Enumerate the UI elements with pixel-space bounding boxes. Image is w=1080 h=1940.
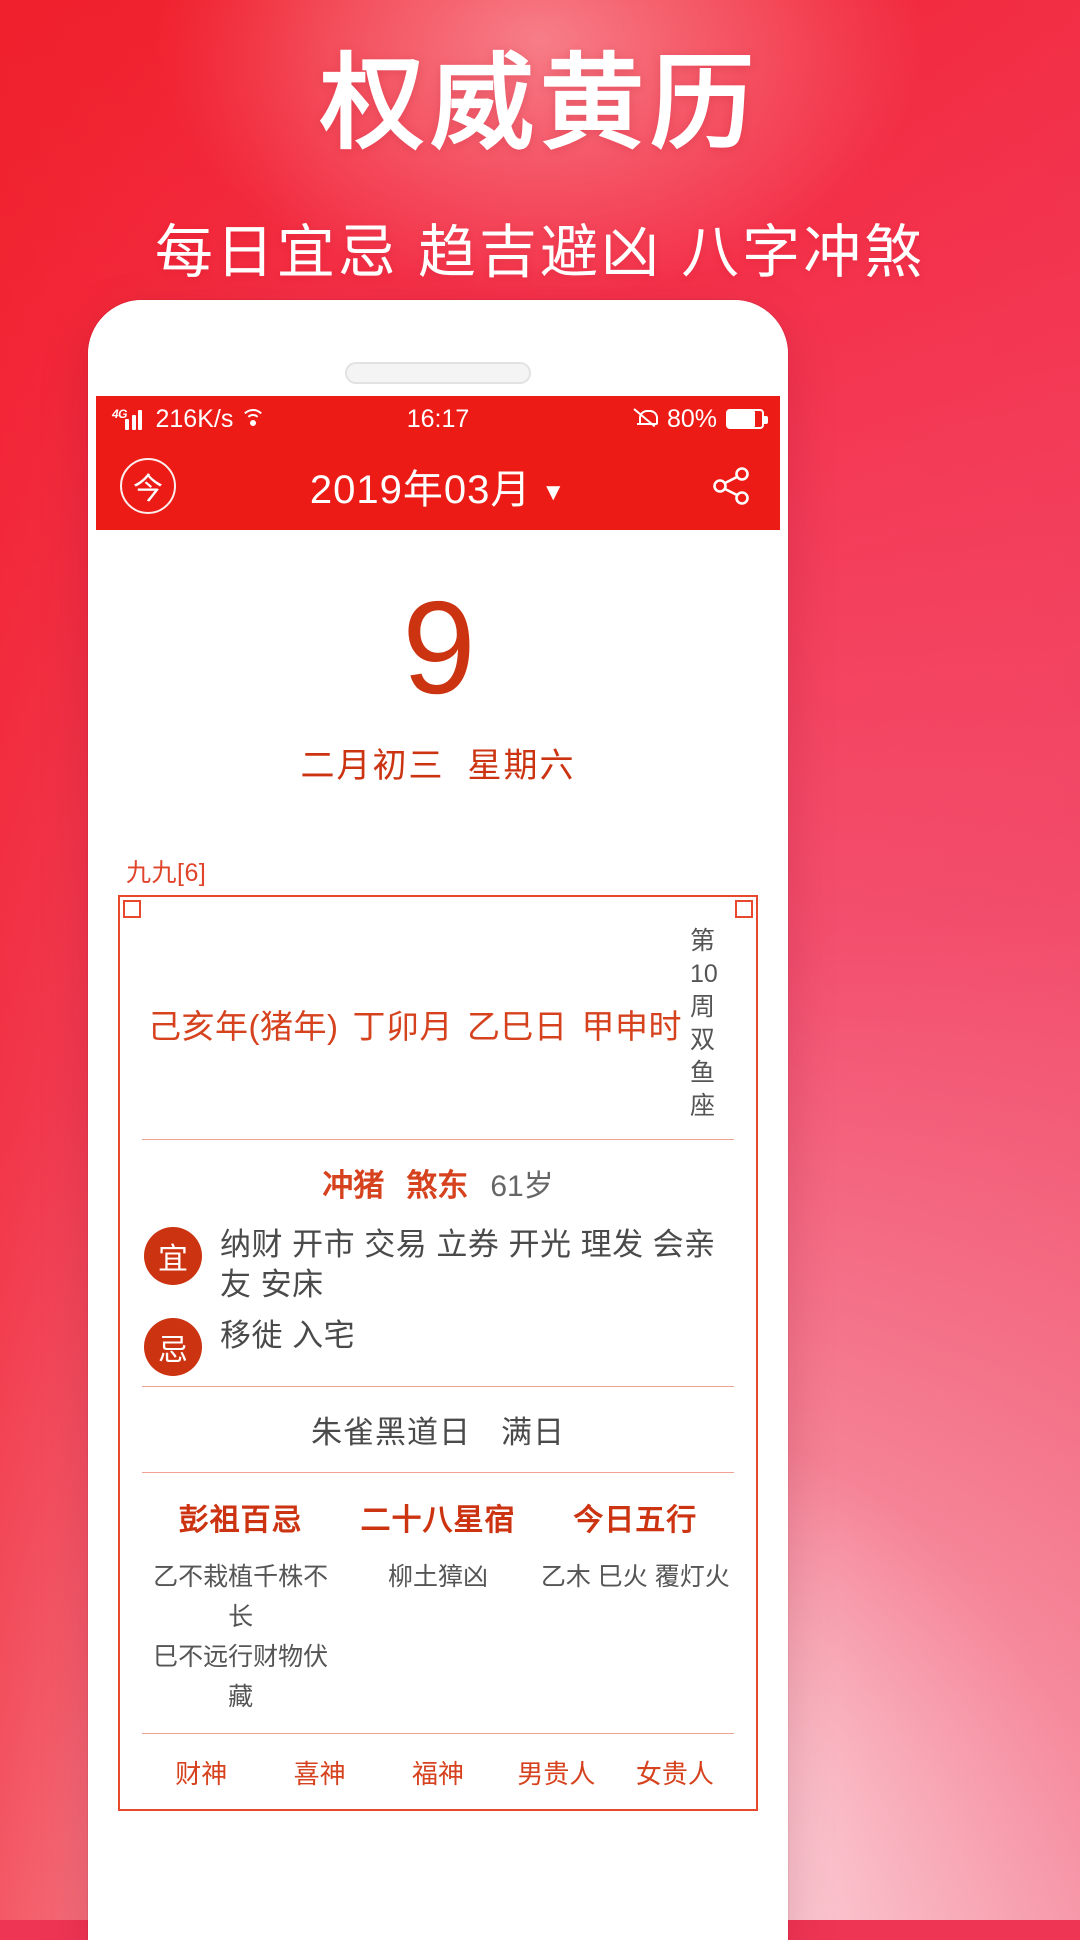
chong-label: 冲猪 bbox=[322, 1168, 385, 1203]
column-xingxiu: 二十八星宿 柳土獐凶 bbox=[339, 1495, 536, 1717]
phone-screen: 4G 216K/s 16:17 80% 今 2019年03月 ▼ 9 二月初三 … bbox=[96, 396, 780, 1940]
today-button-label: 今 bbox=[133, 473, 163, 506]
day-subtitle: 二月初三 星期六 bbox=[96, 738, 780, 787]
column-wuxing: 今日五行 乙木 巳火 覆灯火 bbox=[537, 1495, 734, 1717]
column-body: 乙木 巳火 覆灯火 bbox=[537, 1557, 734, 1597]
day-display: 9 二月初三 星期六 bbox=[96, 530, 780, 787]
network-type-label: 4G bbox=[112, 407, 128, 421]
status-bar-right: 80% bbox=[633, 404, 768, 434]
share-button[interactable] bbox=[706, 461, 756, 511]
network-speed-label: 216K/s bbox=[155, 404, 234, 433]
ganzhi-pillars-row: 己亥年(猪年) 丁卯月 乙巳日 甲申时 第10周 双鱼座 bbox=[142, 911, 734, 1139]
god-caishen[interactable]: 财神 bbox=[142, 1754, 260, 1791]
phone-mockup: 4G 216K/s 16:17 80% 今 2019年03月 ▼ 9 二月初三 … bbox=[88, 300, 788, 1940]
column-title: 二十八星宿 bbox=[360, 1504, 516, 1538]
status-bar: 4G 216K/s 16:17 80% bbox=[96, 396, 780, 442]
column-pengzu: 彭祖百忌 乙不栽植千株不长 巳不远行财物伏藏 bbox=[142, 1495, 339, 1717]
speaker-grille-icon bbox=[345, 362, 531, 384]
app-navbar: 今 2019年03月 ▼ bbox=[96, 442, 780, 530]
lunar-date-label: 二月初三 bbox=[300, 747, 445, 785]
today-button[interactable]: 今 bbox=[120, 458, 176, 514]
zodiac-sign-label: 双鱼座 bbox=[689, 1026, 715, 1120]
corner-ornament-icon bbox=[734, 895, 758, 919]
week-zodiac-block: 第10周 双鱼座 bbox=[682, 925, 728, 1123]
chong-sha-row: 冲猪 煞东 61岁 bbox=[142, 1140, 734, 1223]
god-xishen[interactable]: 喜神 bbox=[260, 1754, 378, 1791]
weekday-label: 星期六 bbox=[467, 747, 576, 785]
yi-row: 宜 纳财 开市 交易 立券 开光 理发 会亲友 安床 bbox=[142, 1223, 734, 1314]
ji-items: 移徙 入宅 bbox=[220, 1318, 356, 1354]
gods-row: 财神 喜神 福神 男贵人 女贵人 bbox=[142, 1734, 734, 1809]
week-number-label: 第10周 bbox=[689, 927, 718, 1021]
month-selector[interactable]: 2019年03月 ▼ bbox=[96, 457, 780, 515]
almanac-card: 己亥年(猪年) 丁卯月 乙巳日 甲申时 第10周 双鱼座 冲猪 煞东 61岁 宜 纳财 开… bbox=[118, 895, 758, 1812]
ganzhi-pillars: 己亥年(猪年) 丁卯月 乙巳日 甲申时 bbox=[148, 1000, 682, 1048]
pillar-year: 己亥年(猪年) bbox=[148, 1008, 339, 1045]
column-title: 彭祖百忌 bbox=[178, 1504, 303, 1538]
sha-label: 煞东 bbox=[406, 1168, 469, 1203]
column-line: 柳土獐凶 bbox=[387, 1563, 488, 1592]
yi-items: 纳财 开市 交易 立券 开光 理发 会亲友 安床 bbox=[220, 1227, 716, 1302]
column-line: 巳不远行财物伏藏 bbox=[153, 1643, 329, 1712]
phone-bezel-top bbox=[88, 300, 788, 396]
god-nanguiren[interactable]: 男贵人 bbox=[497, 1754, 615, 1791]
ji-badge: 忌 bbox=[144, 1318, 202, 1377]
promo-title: 权威黄历 bbox=[319, 46, 760, 162]
detail-columns: 彭祖百忌 乙不栽植千株不长 巳不远行财物伏藏 二十八星宿 柳土獐凶 今日五行 乙… bbox=[142, 1473, 734, 1733]
ji-row: 忌 移徙 入宅 bbox=[142, 1314, 734, 1386]
signal-bars-icon: 4G bbox=[112, 407, 149, 430]
column-body: 柳土獐凶 bbox=[339, 1557, 536, 1597]
pillar-hour: 甲申时 bbox=[581, 1008, 682, 1045]
battery-percent-label: 80% bbox=[666, 404, 717, 433]
shen-day-label: 朱雀黑道日 bbox=[311, 1415, 471, 1451]
battery-icon bbox=[726, 409, 768, 429]
corner-ornament-icon bbox=[118, 895, 142, 919]
wifi-icon bbox=[240, 409, 266, 429]
bell-mute-icon bbox=[633, 408, 658, 430]
promo-subtitle: 每日宜忌 趋吉避凶 八字冲煞 bbox=[154, 220, 926, 285]
pillar-month: 丁卯月 bbox=[352, 1008, 453, 1045]
promo-header: 权威黄历 每日宜忌 趋吉避凶 八字冲煞 bbox=[0, 0, 1080, 282]
status-bar-left: 4G 216K/s bbox=[112, 405, 266, 434]
share-icon bbox=[713, 467, 749, 505]
pillar-day: 乙巳日 bbox=[466, 1008, 568, 1045]
jiujiu-label: 九九[6] bbox=[126, 859, 207, 887]
shen-type-label: 满日 bbox=[501, 1415, 565, 1451]
yi-badge: 宜 bbox=[144, 1227, 202, 1285]
god-fushen[interactable]: 福神 bbox=[379, 1754, 497, 1791]
column-title: 今日五行 bbox=[573, 1504, 698, 1538]
age-label: 61岁 bbox=[490, 1170, 554, 1203]
column-body: 乙不栽植千株不长 巳不远行财物伏藏 bbox=[142, 1557, 339, 1717]
month-title-label: 2019年03月 bbox=[309, 468, 532, 512]
shen-day-row: 朱雀黑道日 满日 bbox=[142, 1387, 734, 1472]
chevron-down-icon: ▼ bbox=[541, 479, 567, 506]
god-nvguiren[interactable]: 女贵人 bbox=[616, 1754, 734, 1791]
column-line: 乙木 巳火 覆灯火 bbox=[540, 1563, 730, 1592]
day-number: 9 bbox=[402, 574, 475, 721]
column-line: 乙不栽植千株不长 bbox=[153, 1563, 329, 1632]
